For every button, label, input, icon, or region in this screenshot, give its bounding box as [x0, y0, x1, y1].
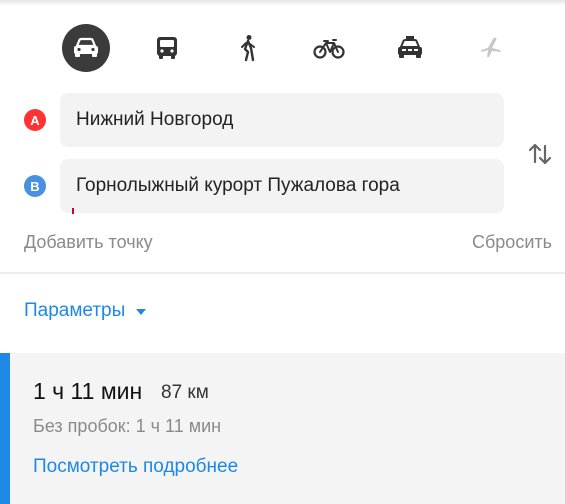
- car-icon: [74, 37, 98, 57]
- airplane-icon: [481, 37, 501, 57]
- text-cursor-mark: [72, 208, 74, 214]
- point-a-input[interactable]: Нижний Новгород: [60, 93, 504, 147]
- add-point-button[interactable]: Добавить точку: [24, 232, 153, 253]
- parameters-label: Параметры: [24, 300, 126, 321]
- point-b-badge: B: [24, 175, 46, 197]
- bicycle-icon: [313, 39, 345, 59]
- reset-button[interactable]: Сбросить: [472, 232, 552, 253]
- point-a-badge: A: [24, 109, 46, 131]
- top-shadow: [0, 0, 565, 6]
- parameters-toggle[interactable]: Параметры: [24, 300, 147, 322]
- mode-bus-button[interactable]: [143, 24, 191, 72]
- no-traffic-duration: Без пробок: 1 ч 11 мин: [33, 416, 222, 436]
- selected-route-accent: [0, 353, 10, 504]
- divider: [0, 272, 565, 274]
- mode-bike-button[interactable]: [305, 24, 353, 72]
- caret-down-icon: [135, 300, 147, 322]
- route-details-link[interactable]: Посмотреть подробнее: [33, 456, 238, 478]
- mode-taxi-button[interactable]: [386, 24, 434, 72]
- mode-plane-button[interactable]: [467, 24, 515, 72]
- point-b-input[interactable]: Горнолыжный курорт Пужалова гора: [60, 159, 504, 213]
- route-duration: 1 ч 11 мин: [33, 378, 143, 404]
- mode-car-button[interactable]: [62, 24, 110, 72]
- walking-person-icon: [241, 35, 255, 62]
- taxi-icon: [398, 36, 422, 58]
- route-distance: 87 км: [161, 382, 209, 403]
- swap-arrows-icon: [528, 143, 552, 165]
- transport-mode-selector: [62, 24, 512, 72]
- mode-walk-button[interactable]: [224, 24, 272, 72]
- route-result-card[interactable]: 1 ч 11 мин 87 км Без пробок: 1 ч 11 мин …: [0, 353, 565, 504]
- bus-icon: [157, 37, 177, 59]
- swap-points-button[interactable]: [526, 140, 554, 168]
